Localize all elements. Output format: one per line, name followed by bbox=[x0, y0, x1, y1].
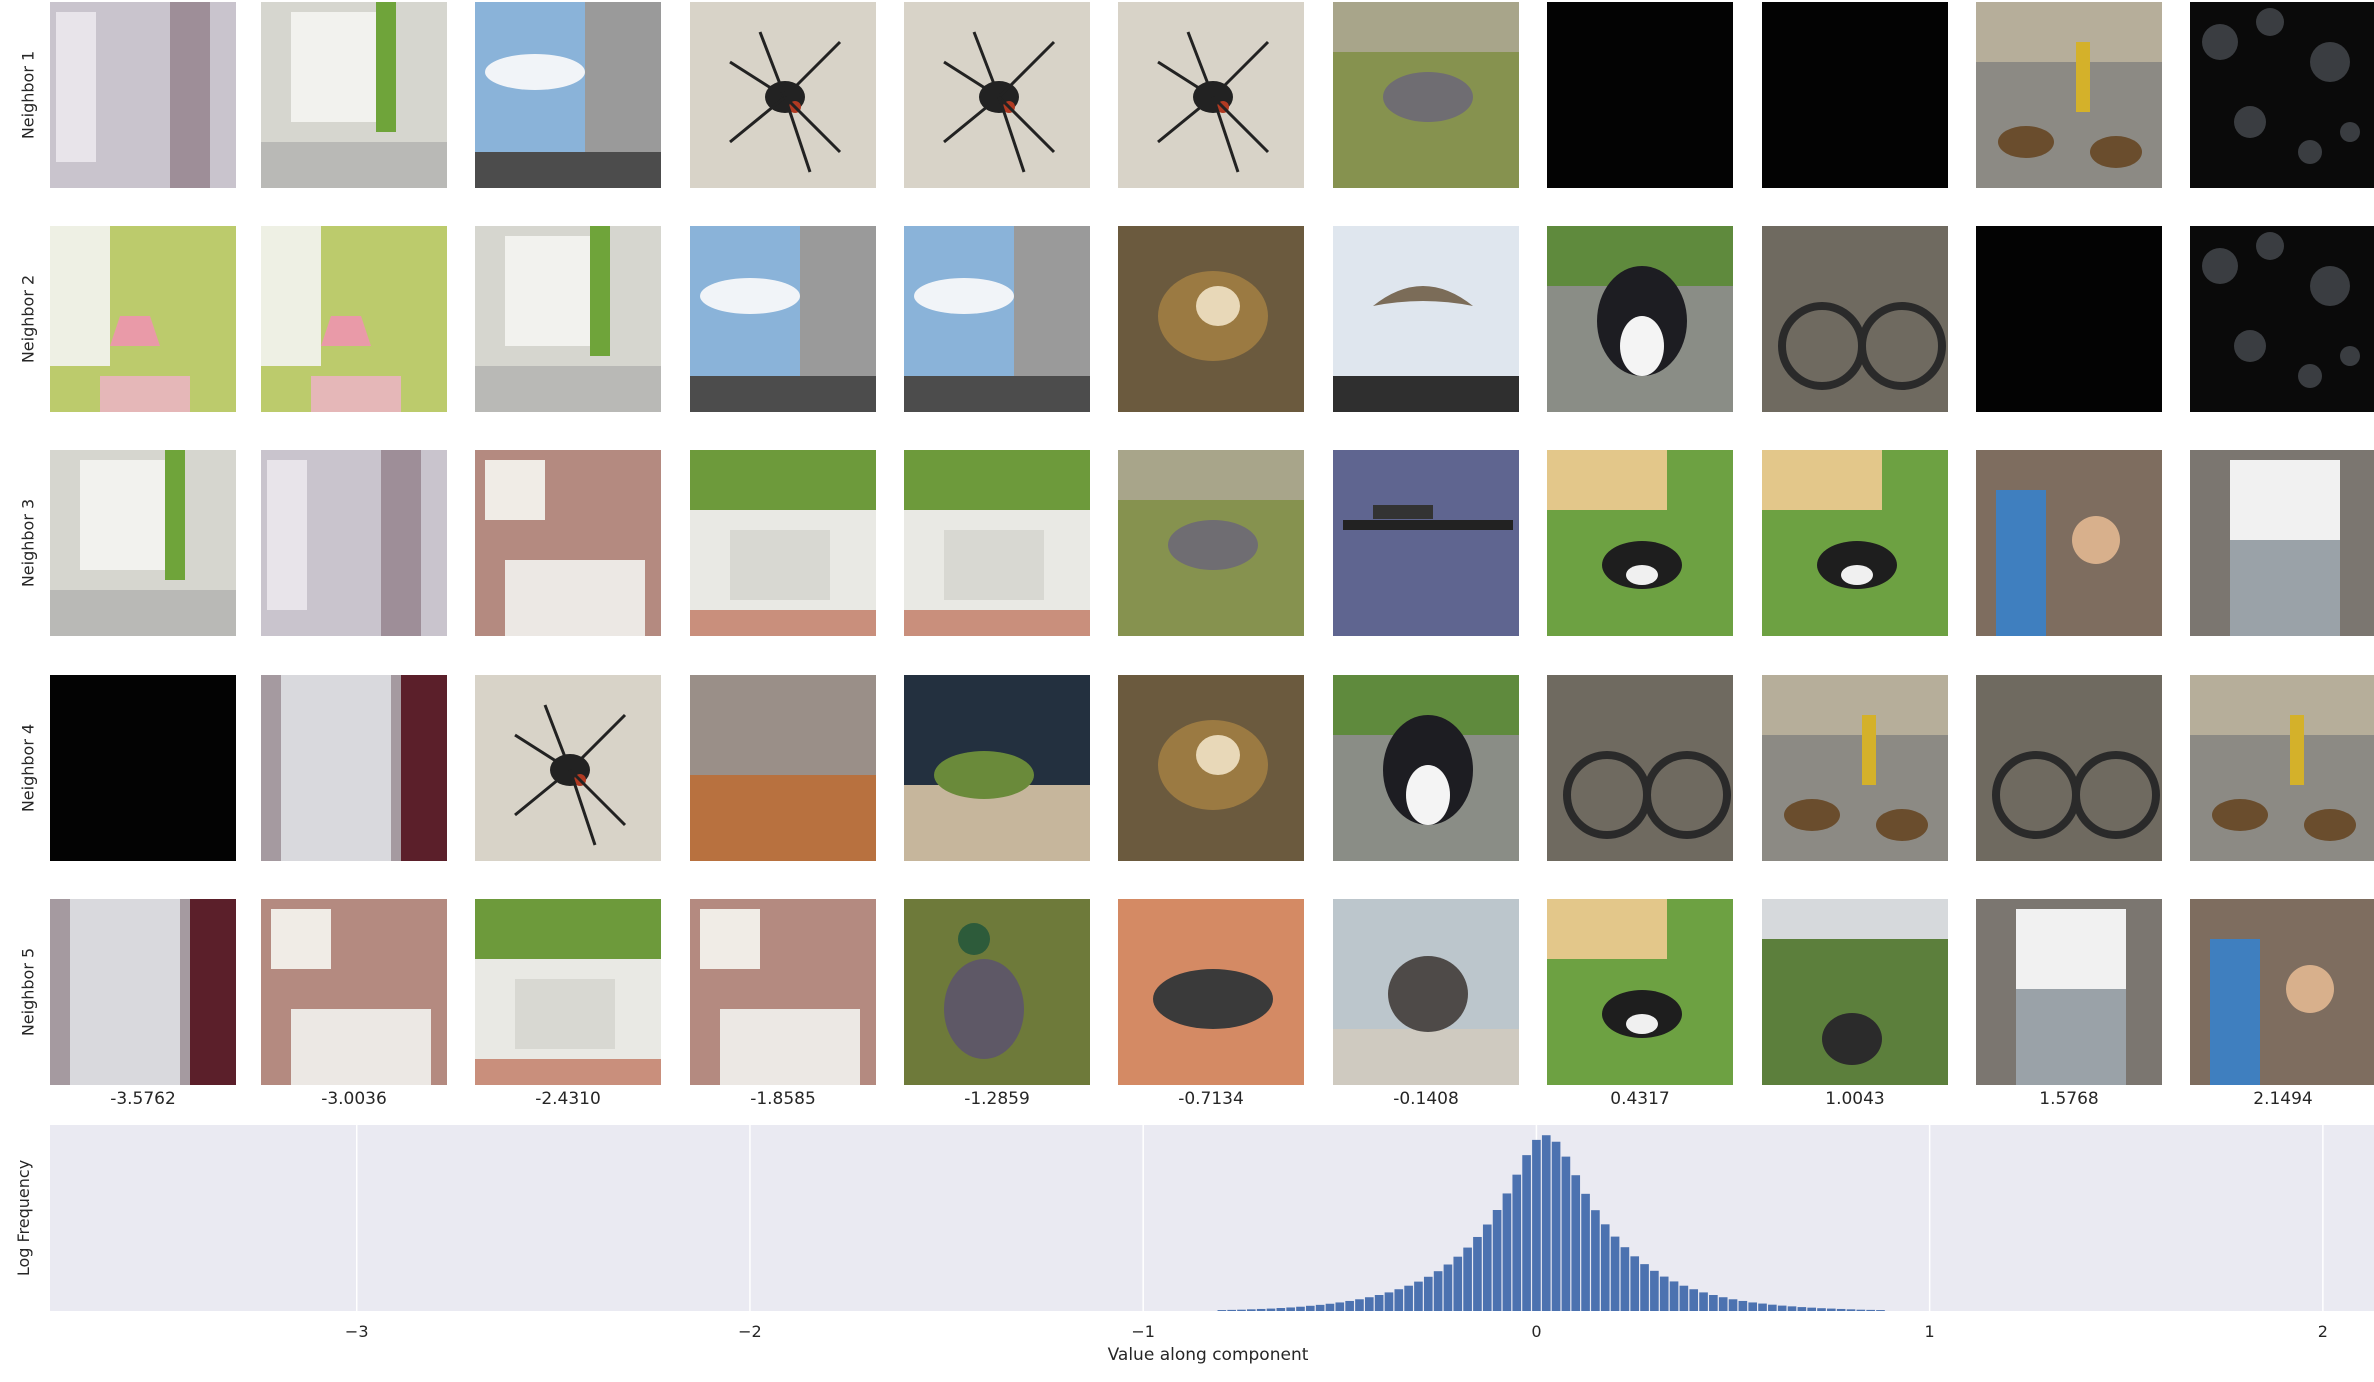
histogram-bar bbox=[1797, 1307, 1807, 1311]
histogram-bar bbox=[1541, 1135, 1551, 1311]
histogram-bar bbox=[1364, 1297, 1374, 1311]
histogram-bar bbox=[1610, 1236, 1620, 1311]
histogram-bar bbox=[1866, 1309, 1875, 1311]
histogram-bar bbox=[1748, 1302, 1758, 1311]
histogram-bar bbox=[1443, 1264, 1453, 1311]
histogram-bar bbox=[1561, 1156, 1571, 1311]
x-tick-label: −2 bbox=[738, 1322, 762, 1341]
x-axis-label: Value along component bbox=[1108, 1345, 1309, 1365]
histogram-bar bbox=[1689, 1289, 1699, 1311]
histogram-bar bbox=[1345, 1300, 1354, 1311]
histogram-bar bbox=[1325, 1303, 1335, 1311]
histogram-bar bbox=[1522, 1155, 1531, 1311]
histogram-bar bbox=[1404, 1285, 1413, 1311]
histogram-bar bbox=[1620, 1247, 1630, 1311]
histogram-bar bbox=[1473, 1236, 1482, 1311]
histogram-bar bbox=[1650, 1270, 1659, 1311]
histogram-bar bbox=[1374, 1295, 1384, 1311]
x-tick-label: 2 bbox=[2318, 1322, 2328, 1341]
histogram-bar bbox=[1247, 1309, 1256, 1311]
histogram-bar bbox=[1423, 1276, 1433, 1311]
histogram-bar bbox=[1453, 1256, 1463, 1311]
histogram-bar bbox=[1836, 1308, 1846, 1311]
histogram-bar bbox=[1512, 1174, 1522, 1311]
histogram-bar bbox=[1217, 1310, 1227, 1311]
x-tick-label: 0 bbox=[1531, 1322, 1541, 1341]
histogram-bar bbox=[1227, 1309, 1236, 1311]
x-tick-label: 1 bbox=[1925, 1322, 1935, 1341]
histogram-bar bbox=[1266, 1308, 1276, 1311]
y-axis-label: Log Frequency bbox=[14, 1160, 33, 1276]
histogram-bar bbox=[1286, 1307, 1295, 1311]
histogram-bar bbox=[1315, 1304, 1325, 1311]
histogram-bar bbox=[1571, 1175, 1581, 1311]
histogram-bar bbox=[1394, 1289, 1404, 1311]
histogram-bar bbox=[1335, 1302, 1345, 1311]
histogram-bar bbox=[1237, 1309, 1246, 1311]
histogram-bar bbox=[1768, 1304, 1777, 1311]
histogram-bar bbox=[1276, 1308, 1286, 1311]
histogram-bar bbox=[1738, 1300, 1748, 1311]
x-tick-label: −3 bbox=[345, 1322, 369, 1341]
histogram-bar bbox=[1630, 1256, 1640, 1311]
histogram-bar bbox=[1659, 1276, 1669, 1311]
histogram-bar bbox=[1502, 1193, 1512, 1311]
histogram-bar bbox=[1679, 1285, 1689, 1311]
histogram-bar bbox=[1591, 1210, 1600, 1311]
histogram-bar bbox=[1817, 1308, 1826, 1311]
histogram-bar bbox=[1492, 1210, 1502, 1311]
histogram-bar bbox=[1718, 1297, 1728, 1311]
histogram-bar bbox=[1532, 1139, 1541, 1311]
histogram-bar bbox=[1551, 1141, 1561, 1311]
histogram-bar bbox=[1758, 1303, 1767, 1311]
x-tick-label: −1 bbox=[1131, 1322, 1155, 1341]
neighbor-figure: Neighbor 1 Neighbor 2 Neighbor 3 Neighbor 4… bbox=[0, 0, 2374, 1382]
histogram-bar bbox=[1856, 1309, 1866, 1311]
histogram-bar bbox=[1256, 1308, 1266, 1311]
histogram-bar bbox=[1846, 1309, 1856, 1311]
histogram-bar bbox=[1414, 1281, 1423, 1311]
histogram-bar bbox=[1482, 1224, 1492, 1311]
histogram-bar bbox=[1777, 1305, 1787, 1311]
histogram-bar bbox=[1807, 1307, 1816, 1311]
histogram-bar bbox=[1669, 1281, 1679, 1311]
histogram-bar bbox=[1827, 1308, 1836, 1311]
histogram-bar bbox=[1640, 1264, 1649, 1311]
histogram-bar bbox=[1384, 1292, 1394, 1311]
histogram-bar bbox=[1581, 1193, 1590, 1311]
histogram-bar bbox=[1728, 1299, 1738, 1311]
histogram-bar bbox=[1463, 1247, 1472, 1311]
histogram-plot-area bbox=[50, 1125, 2374, 1311]
histogram-bar bbox=[1787, 1306, 1797, 1311]
histogram-bar bbox=[1600, 1224, 1610, 1311]
histogram-bar bbox=[1305, 1305, 1315, 1311]
histogram-bar bbox=[1876, 1310, 1885, 1311]
histogram-bar bbox=[1699, 1292, 1708, 1311]
histogram-bar bbox=[1709, 1295, 1718, 1311]
histogram-bar bbox=[1433, 1271, 1443, 1311]
histogram-bar bbox=[1355, 1299, 1364, 1311]
log-frequency-histogram: −3 −2 −1 0 1 2 Value along component Log Freque… bbox=[14, 1125, 2374, 1365]
histogram-bar bbox=[1296, 1306, 1305, 1311]
